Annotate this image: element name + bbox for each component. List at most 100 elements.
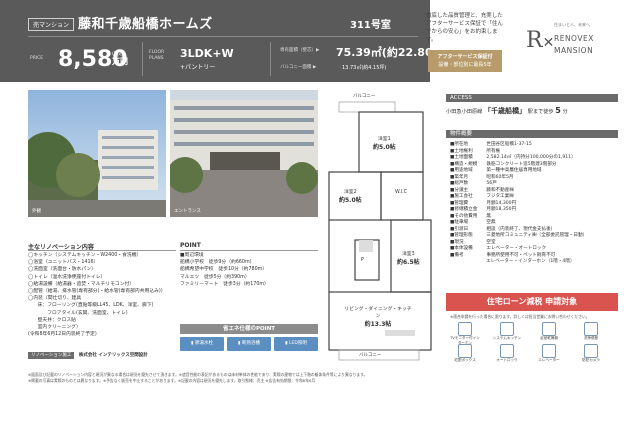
wic-label: W.I.C	[395, 190, 408, 195]
disclaimer-line: ※掲載の写真は実際のものとは異なります。※予告なく販売を中止することがあります。…	[28, 377, 316, 383]
energy-chip: ▮ 断熱浴槽	[227, 337, 271, 351]
header-separator	[270, 42, 271, 76]
entrance-photo-image	[170, 90, 318, 217]
access-line: 小田急小田原線	[446, 109, 483, 115]
property-type-badge: 売マンション	[28, 18, 75, 31]
row-value: 相談（内装終了、現代金支払後）	[486, 226, 556, 232]
exterior-photo-image	[28, 90, 166, 217]
brand-logo: R✕ 住まいと人、未来へ RENOVEX MANSION	[520, 16, 610, 66]
ldk-size: 約13.3帖	[364, 321, 392, 328]
row-value: 月額14,300円	[486, 200, 517, 206]
room-1-size: 約5.0帖	[373, 144, 396, 151]
floor-plan-type: 3LDK+W	[180, 47, 234, 60]
area-label: 専有面積（壁芯）▶	[280, 48, 320, 53]
table-row: エレベーター・インターホン（1階・4階）	[450, 259, 620, 266]
room-number: 311号室	[350, 20, 391, 31]
equipment-label: 宅配ボックス	[454, 358, 476, 362]
energy-chip-label: 節湯水栓	[194, 341, 213, 346]
entrance-photo: エントランス	[170, 90, 318, 217]
renovation-company-label: リノベーション施工	[28, 352, 75, 359]
energy-chip-label: 断熱浴槽	[241, 341, 260, 346]
list-item: フロアタイル(玄関、洗面室、トイレ)	[28, 310, 128, 316]
list-item: (令和8年6月12日内装終了予定)	[28, 332, 97, 338]
list-item: ◯洗面室（洗面台・防水パン）	[28, 267, 96, 273]
logo-line-2: MANSION	[554, 46, 594, 55]
list-item: ◯給湯設備（給湯器・追焚・マルチリモコン付）	[28, 281, 135, 287]
list-item: ファミリーマート 徒歩3分（約170m）	[180, 281, 269, 287]
exterior-photo-caption: 外観	[32, 209, 41, 214]
equipment-item: 宅配ボックス	[450, 344, 480, 363]
promo-text: 徹底した品質管理と、充実したアフターサービス保証で「住んでからの安心」をお約束し…	[426, 13, 503, 43]
equipment-label: 浴室乾燥機	[540, 336, 558, 340]
summary-header: 物件概要	[446, 130, 618, 138]
exterior-photo: 外観	[28, 90, 166, 217]
equipment-item: エレベーター	[534, 344, 564, 363]
row-value: 鉄筋コンクリート造5階建3階部分	[486, 161, 557, 167]
energy-chip: ▮ 節湯水栓	[180, 337, 224, 351]
after-service-sub: 設備・部位別に最長5年	[438, 62, 492, 68]
room-2-label: 洋室2	[343, 190, 357, 195]
row-value: 56戸	[486, 181, 497, 186]
point-title: POINT	[180, 242, 201, 249]
bath-dryer-icon	[542, 322, 556, 336]
loan-note: ※適合申請を行った場合に限ります。詳しくは担当営業にお問い合わせください。	[450, 314, 590, 319]
access-info: 小田急小田原線 「千歳船橋」 駅まで徒歩 5 分	[446, 106, 568, 116]
row-value: フジタ工業㈱	[486, 194, 514, 199]
floor-label-2: PLANS	[149, 56, 164, 61]
point-divider	[180, 250, 318, 251]
room-3-label: 洋室3	[401, 252, 415, 257]
balcony-area: 13.73㎡(約4.15坪)	[342, 65, 387, 71]
equipment-item: 防犯カメラ	[576, 344, 606, 363]
security-camera-icon	[584, 344, 598, 358]
list-item: ◯浴室（ユニットバス・1416）	[28, 260, 99, 266]
room-3-size: 約6.5帖	[397, 259, 420, 266]
price-unit: (税込) 万円	[112, 51, 128, 66]
equipment-label: 洗浄便座	[583, 336, 599, 340]
row-value: 事務所使用不可・ペット飼育不可	[486, 252, 556, 258]
renovation-company: 株式会社 インテリックス空間設計	[78, 353, 148, 358]
row-value: 所有権	[486, 148, 501, 154]
energy-saving-title: 省エネ仕様のPOINT	[180, 324, 318, 334]
room-2: 洋室2 約5.0帖	[339, 188, 362, 204]
list-item: 船橋希望中学校 徒歩10分（約780m）	[180, 267, 268, 273]
disclaimer: ※図面及び記載のリノベーション内容と現況が異なる場合は現況を優先させて頂きます。…	[28, 372, 618, 383]
room-2-size: 約5.0帖	[339, 197, 362, 204]
ldk-label: リビング・ダイニング・キッチン	[344, 307, 412, 319]
row-value: 世田谷区船橋1-37-15	[486, 142, 532, 147]
kitchen-icon	[500, 322, 514, 336]
list-item: マルエツ 徒歩5分（約390m）	[180, 274, 250, 280]
list-item: 床：フローリング(直貼等級LL45、LDK、洋室、廊下)	[28, 303, 154, 309]
header-divider	[28, 36, 418, 37]
row-value: 昭和60年5月	[486, 174, 514, 180]
row-value: 月額18,350円	[486, 207, 517, 212]
row-value: 2,582.14㎡（内持分100,000分の1,911）	[486, 155, 576, 160]
balcony-bottom-label: バルコニー	[359, 353, 382, 358]
equipment-label: 防犯カメラ	[582, 358, 600, 362]
row-value: 空無	[486, 220, 496, 225]
price-unit-label: 万円	[112, 57, 128, 66]
header-separator	[142, 42, 143, 76]
pantry-label: P	[361, 258, 364, 263]
row-value: エレベーター・インターホン（1階・4階）	[486, 259, 575, 264]
summary-table: ■所在地 世田谷区船橋1-37-15 ■土地権利 所有権 ■土地面積 2,582.14…	[450, 142, 620, 266]
access-minutes: 5	[555, 106, 561, 115]
auto-lock-icon	[500, 344, 514, 358]
access-station: 「千歳船橋」	[483, 107, 526, 115]
list-item: ◯内装（間仕切り、建具	[28, 296, 82, 302]
access-minute-unit: 分	[562, 109, 568, 115]
logo-line-1: RENOVEX	[554, 34, 594, 43]
equipment-label: エレベーター	[538, 358, 560, 362]
loan-tax-banner: 住宅ローン減税 申請対象	[446, 293, 618, 311]
after-service-badge: アフターサービス保証付 設備・部位別に最長5年	[428, 50, 502, 72]
row-value: 第一種中高層住居専用地域	[486, 168, 542, 173]
row-value: 藤和不動産㈱	[486, 187, 514, 193]
equipment-item: TVモニター付インターホン	[450, 322, 480, 345]
renovation-company-row: リノベーション施工 株式会社 インテリックス空間設計	[28, 352, 148, 359]
logo-tagline: 住まいと人、未来へ	[554, 22, 590, 27]
access-header: ACCESS	[446, 94, 618, 102]
list-item: 船橋小学校 徒歩9分（約660m）	[180, 260, 255, 266]
price-label: PRICE	[30, 56, 44, 61]
room-1: 洋室1 約5.0帖	[373, 135, 396, 151]
access-walk: 駅まで徒歩	[527, 109, 554, 115]
delivery-box-icon	[458, 344, 472, 358]
